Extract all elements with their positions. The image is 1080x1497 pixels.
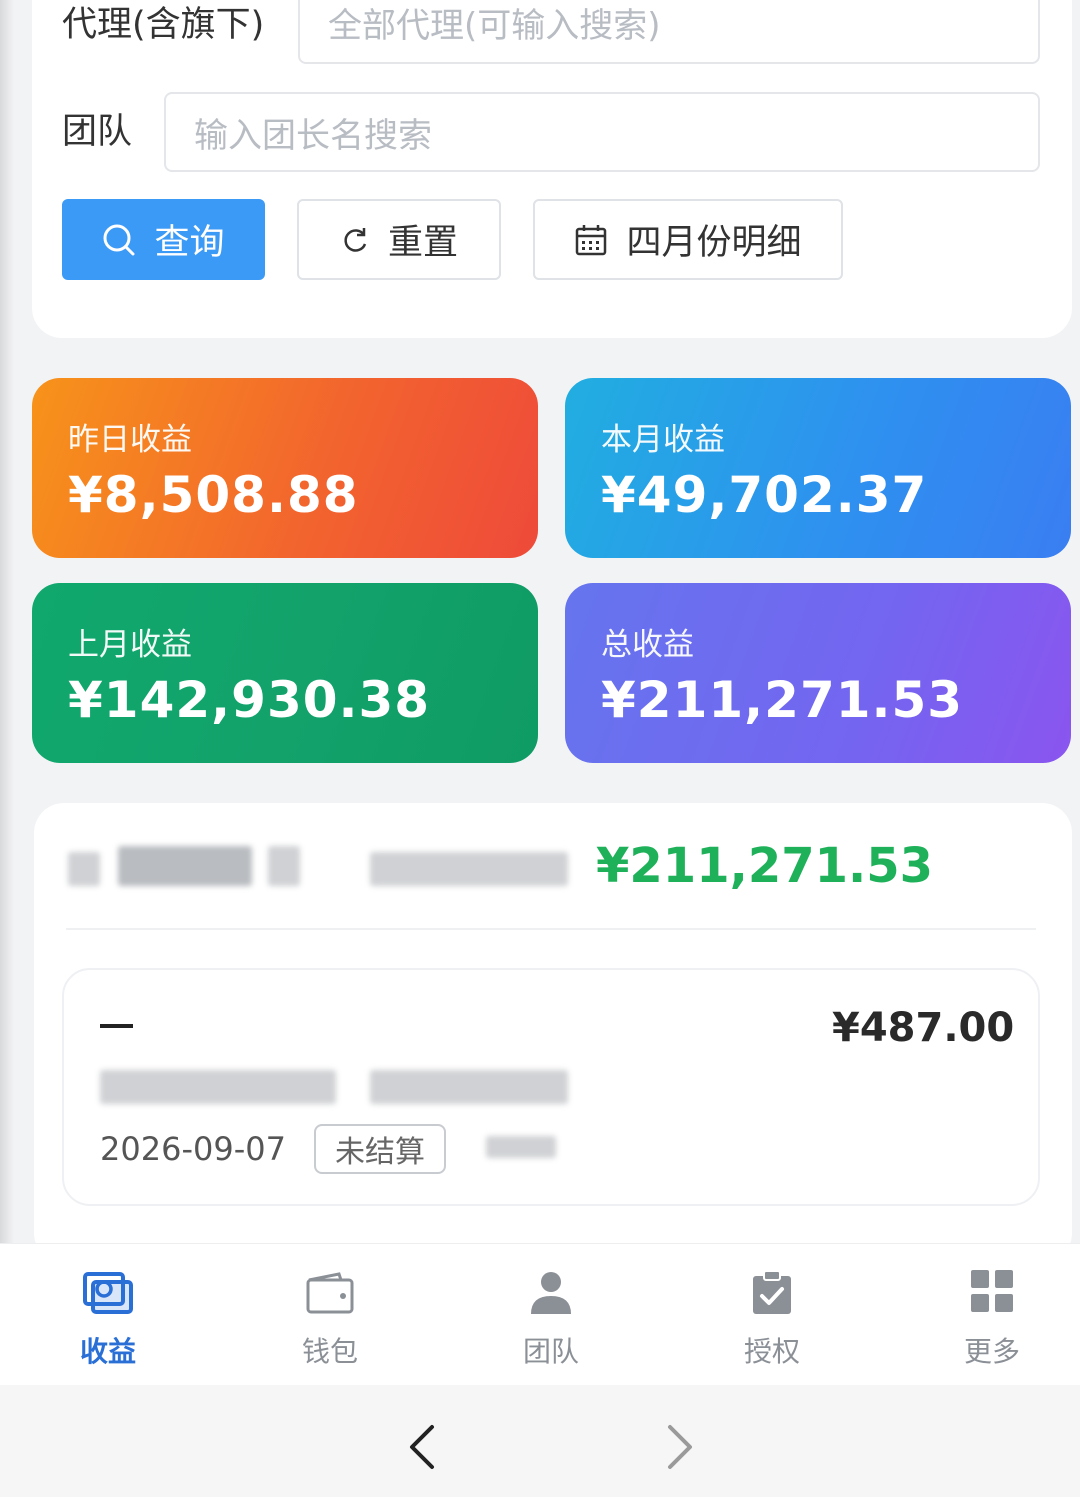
stat-label: 本月收益 [601, 422, 725, 458]
earnings-page: 代理(含旗下) 全部代理(可输入搜索) 团队 输入团长名搜索 查询 重置 四月份… [0, 0, 1080, 1497]
stat-label: 昨日收益 [68, 422, 192, 458]
forward-arrow-icon[interactable] [662, 1423, 698, 1471]
reset-button[interactable]: 重置 [297, 199, 501, 280]
month-detail-button[interactable]: 四月份明细 [533, 199, 843, 280]
redacted-text [486, 1136, 556, 1158]
search-icon [103, 224, 135, 255]
tab-label: 团队 [522, 1335, 579, 1368]
tab-team[interactable]: 团队 [443, 1244, 659, 1386]
stat-value: ¥211,271.53 [601, 671, 964, 729]
earnings-icon [83, 1272, 133, 1314]
redacted-text [100, 1070, 336, 1104]
tab-label: 授权 [743, 1335, 800, 1368]
stat-label: 总收益 [601, 627, 694, 663]
wallet-icon [306, 1272, 354, 1314]
bottom-tab-bar: 收益 钱包 团队 授权 更多 [0, 1243, 1080, 1385]
redacted-text [118, 846, 252, 886]
tab-authorize[interactable]: 授权 [664, 1244, 880, 1386]
record-date: 2026-09-07 [100, 1130, 286, 1168]
tab-label: 收益 [79, 1335, 136, 1368]
tab-more[interactable]: 更多 [884, 1244, 1080, 1386]
agent-label: 代理(含旗下) [62, 5, 265, 45]
refresh-icon [344, 227, 367, 252]
tab-label: 更多 [963, 1335, 1020, 1368]
agent-search-input[interactable]: 全部代理(可输入搜索) [298, 0, 1040, 64]
stat-card-this-month: 本月收益 ¥49,702.37 [565, 378, 1071, 558]
stat-card-total: 总收益 ¥211,271.53 [565, 583, 1071, 763]
browser-nav-bar [0, 1385, 1080, 1497]
redacted-text [370, 852, 568, 886]
team-label: 团队 [62, 112, 133, 152]
stat-card-last-month: 上月收益 ¥142,930.38 [32, 583, 538, 763]
back-arrow-icon[interactable] [404, 1423, 440, 1471]
redacted-text [268, 846, 300, 886]
record-title-dash [100, 1024, 133, 1028]
tab-label: 钱包 [301, 1335, 358, 1368]
stat-value: ¥49,702.37 [601, 466, 928, 524]
redacted-text [370, 1070, 568, 1104]
query-button-label: 查询 [154, 223, 225, 263]
calendar-icon [576, 224, 607, 255]
tab-wallet[interactable]: 钱包 [222, 1244, 438, 1386]
redacted-text [68, 852, 100, 886]
more-icon [971, 1270, 1013, 1312]
edge-shadow [0, 0, 14, 1385]
stat-label: 上月收益 [68, 627, 192, 663]
record-amount: ¥487.00 [832, 1005, 1015, 1051]
month-detail-label: 四月份明细 [626, 223, 802, 263]
stat-card-yesterday: 昨日收益 ¥8,508.88 [32, 378, 538, 558]
query-button[interactable]: 查询 [62, 199, 265, 280]
tab-earnings[interactable]: 收益 [0, 1244, 216, 1386]
reset-button-label: 重置 [387, 223, 458, 263]
team-search-input[interactable]: 输入团长名搜索 [164, 92, 1040, 172]
summary-total: ¥211,271.53 [596, 838, 934, 894]
divider [66, 928, 1036, 930]
authorize-icon [753, 1270, 791, 1314]
status-badge: 未结算 [314, 1124, 446, 1174]
team-icon [531, 1272, 571, 1314]
stat-value: ¥142,930.38 [68, 671, 431, 729]
stat-value: ¥8,508.88 [68, 466, 359, 524]
